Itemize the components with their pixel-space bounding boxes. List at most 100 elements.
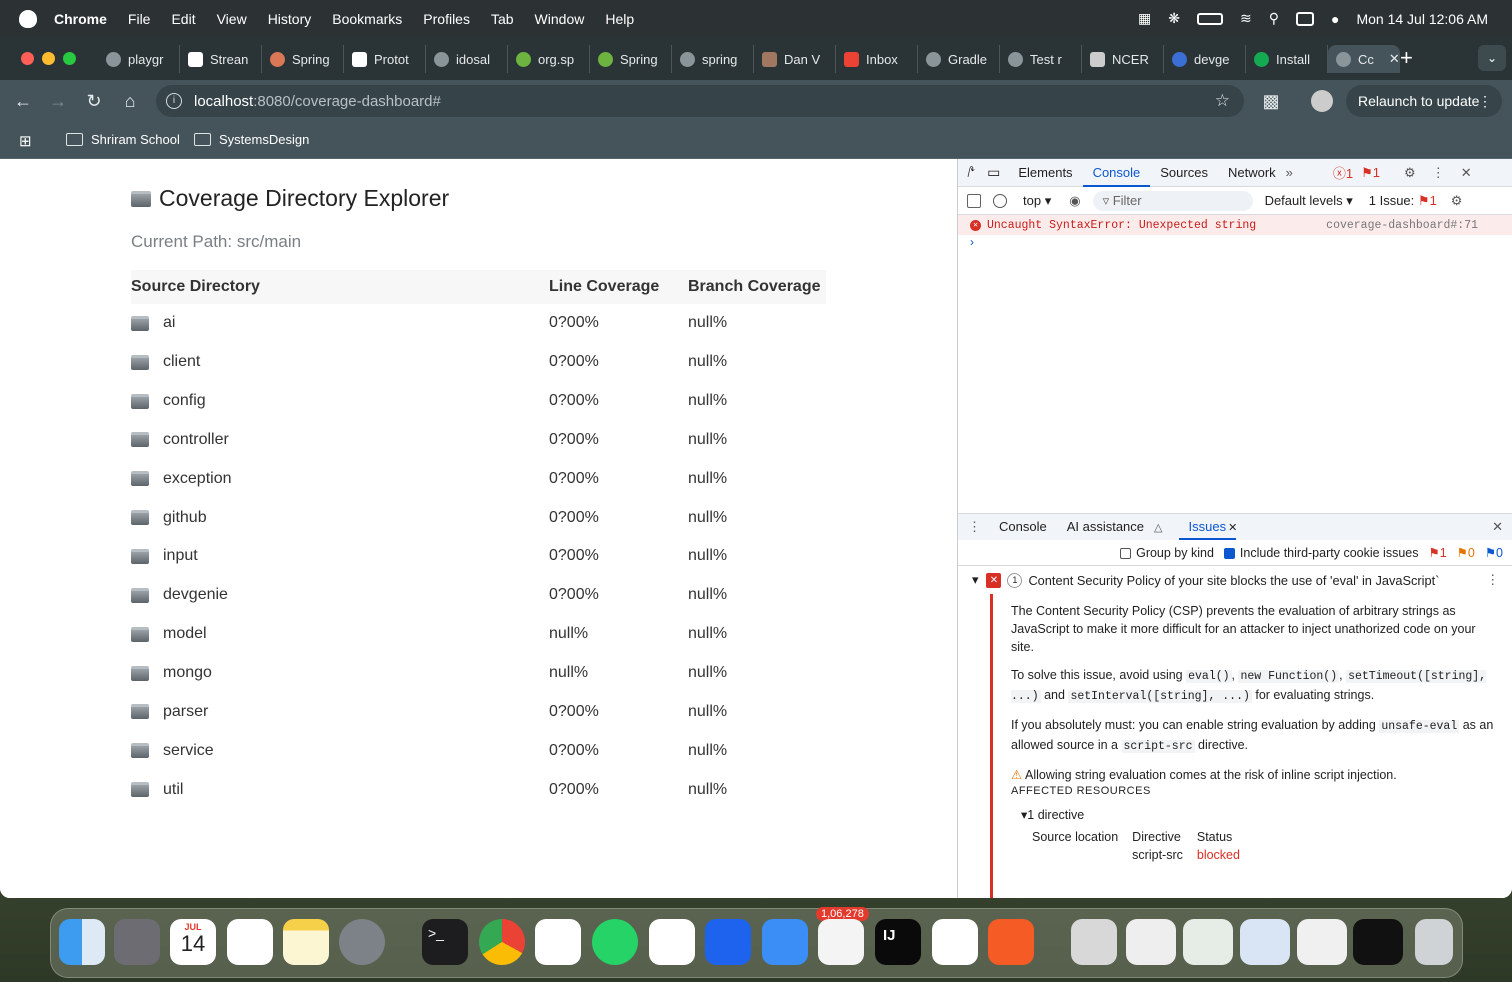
console-error-message[interactable]: ✕ Uncaught SyntaxError: Unexpected strin… xyxy=(958,215,1512,235)
console-prompt[interactable]: › xyxy=(958,235,1512,255)
extensions-icon[interactable]: ▩ xyxy=(1258,88,1284,114)
vscode-icon[interactable] xyxy=(649,919,695,965)
devtools-tab-elements[interactable]: Elements xyxy=(1008,159,1082,187)
directory-cell[interactable]: client xyxy=(131,353,549,371)
drawer-menu-icon[interactable]: ⋮ xyxy=(968,519,981,535)
table-row[interactable]: ai 0?00% null% xyxy=(131,304,826,343)
recent-window-thumbnail[interactable] xyxy=(1240,919,1290,965)
tab[interactable]: org.sp xyxy=(508,45,590,73)
trash-icon[interactable] xyxy=(1415,919,1453,965)
more-tabs-icon[interactable]: » xyxy=(1286,165,1293,180)
console-settings-icon[interactable]: ⚙ xyxy=(1451,193,1463,209)
chrome-icon[interactable] xyxy=(479,919,525,965)
directory-name[interactable]: parser xyxy=(163,703,208,721)
menu-tab[interactable]: Tab xyxy=(491,11,514,27)
directory-cell[interactable]: exception xyxy=(131,470,549,488)
sidebar-toggle-icon[interactable] xyxy=(967,193,981,208)
directory-cell[interactable]: github xyxy=(131,509,549,527)
menu-view[interactable]: View xyxy=(217,11,247,27)
clock[interactable]: Mon 14 Jul 12:06 AM xyxy=(1356,11,1488,27)
postman-icon[interactable] xyxy=(988,919,1034,965)
table-row[interactable]: devgenie 0?00% null% xyxy=(131,576,826,615)
chatgpt-icon[interactable] xyxy=(535,919,581,965)
menu-edit[interactable]: Edit xyxy=(171,11,195,27)
bookmark-star-icon[interactable]: ☆ xyxy=(1215,91,1230,111)
group-by-kind-checkbox[interactable]: Group by kind xyxy=(1120,546,1214,560)
tab[interactable]: Spring xyxy=(262,45,344,73)
profile-avatar[interactable] xyxy=(1311,90,1333,112)
menu-file[interactable]: File xyxy=(128,11,151,27)
forward-button[interactable]: → xyxy=(45,88,71,114)
directory-name[interactable]: util xyxy=(163,781,183,799)
tab[interactable]: spring xyxy=(672,45,754,73)
context-select[interactable]: top ▾ xyxy=(1023,193,1051,209)
directory-name[interactable]: input xyxy=(163,547,198,565)
table-row[interactable]: exception 0?00% null% xyxy=(131,459,826,498)
tab-active[interactable]: Cc ✕ xyxy=(1328,45,1400,73)
new-tab-button[interactable]: + xyxy=(1400,45,1413,71)
close-issues-tab-icon[interactable]: ✕ xyxy=(1228,521,1237,534)
issue-menu-icon[interactable]: ⋮ xyxy=(1486,572,1499,588)
tab[interactable]: Protot xyxy=(344,45,426,73)
mongodb-compass-icon[interactable] xyxy=(932,919,978,965)
wifi-icon[interactable]: ≋ xyxy=(1240,10,1252,27)
menu-bookmarks[interactable]: Bookmarks xyxy=(332,11,402,27)
directory-name[interactable]: model xyxy=(163,625,207,643)
recent-window-thumbnail[interactable] xyxy=(1183,919,1233,965)
filter-input[interactable]: ▿ Filter xyxy=(1092,190,1253,211)
devtools-tab-network[interactable]: Network xyxy=(1218,159,1286,187)
address-bar[interactable]: i localhost:8080/coverage-dashboard# ☆ xyxy=(156,85,1244,117)
back-button[interactable]: ← xyxy=(10,88,36,114)
directory-cell[interactable]: config xyxy=(131,392,549,410)
control-center-icon[interactable] xyxy=(1296,11,1314,26)
directory-name[interactable]: controller xyxy=(163,431,229,449)
bookmark-folder[interactable]: SystemsDesign xyxy=(194,132,309,147)
tab[interactable]: Inbox xyxy=(836,45,918,73)
directive-toggle[interactable]: ▾1 directive xyxy=(1021,806,1495,824)
tab[interactable]: NCER xyxy=(1082,45,1164,73)
textedit-icon[interactable] xyxy=(818,919,864,965)
error-count-badge[interactable]: ⓧ1 xyxy=(1333,163,1353,182)
intellij-icon[interactable]: IJ xyxy=(875,919,921,965)
devtools-tab-console[interactable]: Console xyxy=(1082,159,1151,187)
menu-history[interactable]: History xyxy=(268,11,312,27)
expand-arrow-icon[interactable]: ▾ xyxy=(972,572,978,588)
home-button[interactable]: ⌂ xyxy=(117,88,143,114)
whatsapp-icon[interactable] xyxy=(592,919,638,965)
bookmark-folder[interactable]: Shriram School xyxy=(66,132,180,147)
directory-cell[interactable]: parser xyxy=(131,703,549,721)
directory-cell[interactable]: util xyxy=(131,781,549,799)
devtools-tab-sources[interactable]: Sources xyxy=(1150,159,1218,187)
close-window-button[interactable] xyxy=(21,52,34,65)
directory-name[interactable]: ai xyxy=(163,314,175,332)
relaunch-button[interactable]: Relaunch to update ⋮ xyxy=(1346,85,1502,117)
tab[interactable]: Spring xyxy=(590,45,672,73)
clear-console-icon[interactable] xyxy=(993,193,1007,208)
tab[interactable]: playgr xyxy=(98,45,180,73)
table-row[interactable]: controller 0?00% null% xyxy=(131,421,826,460)
recent-window-thumbnail[interactable] xyxy=(1353,919,1403,965)
directory-cell[interactable]: controller xyxy=(131,431,549,449)
drawer-tab-ai-assistance[interactable]: AI assistance xyxy=(1057,514,1154,540)
table-row[interactable]: github 0?00% null% xyxy=(131,498,826,537)
directory-name[interactable]: service xyxy=(163,742,214,760)
menu-profiles[interactable]: Profiles xyxy=(423,11,470,27)
tab[interactable]: Install xyxy=(1246,45,1328,73)
issue-count-badge[interactable]: ⚑1 xyxy=(1361,165,1380,181)
zoom-window-button[interactable] xyxy=(63,52,76,65)
directory-cell[interactable]: input xyxy=(131,547,549,565)
tab[interactable]: idosal xyxy=(426,45,508,73)
issues-indicator[interactable]: 1 Issue: ⚑1 xyxy=(1369,193,1437,209)
preview-icon[interactable] xyxy=(1071,919,1117,965)
tab[interactable]: Strean xyxy=(180,45,262,73)
menu-window[interactable]: Window xyxy=(535,11,585,27)
table-row[interactable]: config 0?00% null% xyxy=(131,382,826,421)
recent-window-thumbnail[interactable] xyxy=(1126,919,1176,965)
reload-button[interactable]: ↻ xyxy=(81,88,107,114)
terminal-icon[interactable]: >_ xyxy=(422,919,468,965)
menu-help[interactable]: Help xyxy=(605,11,634,27)
directory-name[interactable]: devgenie xyxy=(163,586,228,604)
table-row[interactable]: model null% null% xyxy=(131,615,826,654)
directory-cell[interactable]: model xyxy=(131,625,549,643)
directory-name[interactable]: mongo xyxy=(163,664,212,682)
